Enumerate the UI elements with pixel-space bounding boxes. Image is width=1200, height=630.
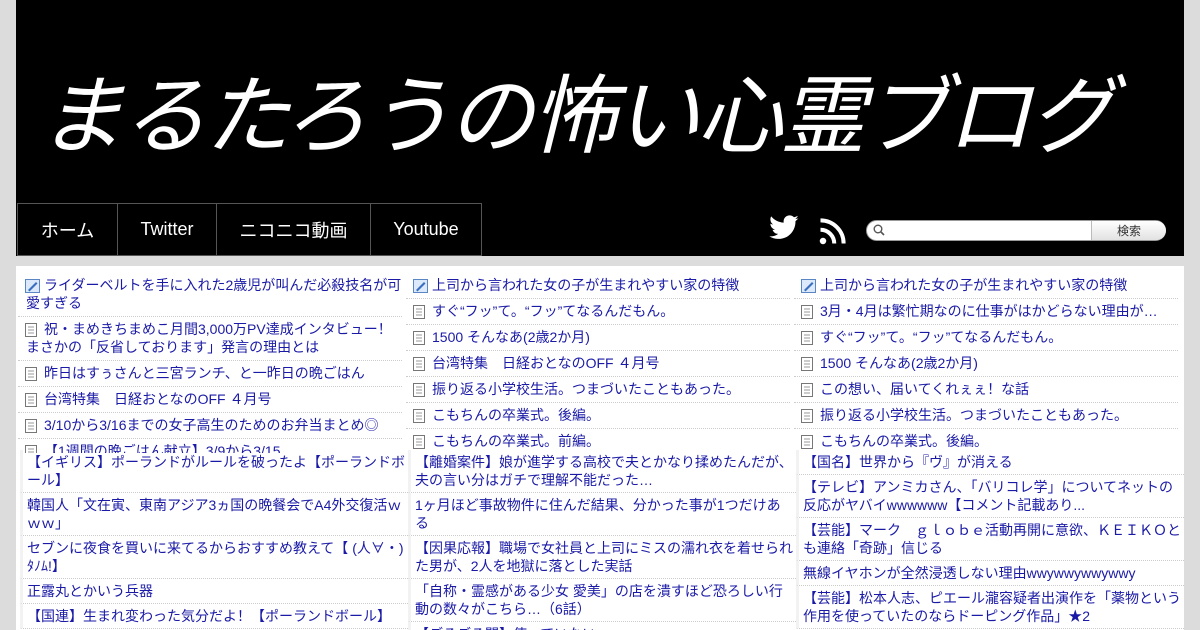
feed-item[interactable]: ライダーベルトを手に入れた2歳児が叫んだ必殺技名が可愛すぎる (18, 273, 402, 317)
feed-item[interactable]: こもちんの卒業式。後編。 (406, 403, 790, 429)
document-icon (25, 393, 37, 407)
feed-item-text: 台湾特集 日経おとなのOFF ４月号 (432, 355, 660, 371)
antenna-item[interactable]: 1ヶ月ほど事故物件に住んだ結果、分かった事が1つだけある (408, 493, 796, 536)
feed-item[interactable]: 1500 そんなあ(2歳2か月) (406, 325, 790, 351)
antenna-item[interactable]: 【テレビ】アンミカさん、「バリコレ学」についてネットの反応がヤバイwwwwww【… (796, 475, 1184, 518)
feed-item[interactable]: 振り返る小学校生活。つまづいたこともあった。 (794, 403, 1178, 429)
search-form: 検索 (866, 220, 1166, 241)
feed-item-text: 振り返る小学校生活。つまづいたこともあった。 (820, 407, 1128, 423)
nav-item-niconico[interactable]: ニコニコ動画 (216, 203, 371, 256)
antenna-column-1: 【イギリス】ポーランドがルールを破ったよ【ポーランドボール】 韓国人「文在寅、東… (20, 450, 408, 630)
antenna-item[interactable]: 韓国人「文在寅、東南アジア3ヵ国の晩餐会でA4外交復活ｗｗｗ」 (20, 493, 408, 536)
nav-item-youtube[interactable]: Youtube (370, 203, 482, 256)
feed-item-text: 台湾特集 日経おとなのOFF ４月号 (44, 391, 272, 407)
feed-item[interactable]: 台湾特集 日経おとなのOFF ４月号 (18, 387, 402, 413)
feed-item-text: こもちんの卒業式。前編。 (432, 433, 600, 449)
rss-feed-area: ライダーベルトを手に入れた2歳児が叫んだ必殺技名が可愛すぎる 祝・まめきちまめこ… (16, 266, 1184, 630)
feed-item-text: 1500 そんなあ(2歳2か月) (432, 329, 590, 345)
feed-item[interactable]: すぐ“フッ”て。“フッ”てなるんだもん。 (794, 325, 1178, 351)
feed-item[interactable]: すぐ“フッ”て。“フッ”てなるんだもん。 (406, 299, 790, 325)
antenna-item[interactable]: 【国連】生まれ変わった気分だよ！【ポーランドボール】 (20, 604, 408, 629)
feed-item-text: 祝・まめきちまめこ月間3,000万PV達成インタビュー！まさかの「反省しておりま… (26, 321, 392, 355)
document-icon (25, 367, 37, 381)
feed-pen-icon (25, 279, 40, 293)
antenna-column-2: 【離婚案件】娘が進学する高校で夫とかなり揉めたんだが、夫の言い分はガチで理解不能… (408, 450, 796, 630)
feed-item[interactable]: 祝・まめきちまめこ月間3,000万PV達成インタビュー！まさかの「反省しておりま… (18, 317, 402, 361)
feed-column-1: ライダーベルトを手に入れた2歳児が叫んだ必殺技名が可愛すぎる 祝・まめきちまめこ… (18, 273, 402, 453)
feed-item-text: 振り返る小学校生活。つまづいたこともあった。 (432, 381, 740, 397)
feed-item[interactable]: 1500 そんなあ(2歳2か月) (794, 351, 1178, 377)
rss-feed-icon[interactable] (818, 216, 848, 246)
feed-column-2: 上司から言われた女の子が生まれやすい家の特徴 すぐ“フッ”て。“フッ”てなるんだ… (406, 273, 790, 453)
nav-item-home[interactable]: ホーム (17, 203, 118, 256)
feed-item-text: この想い、届いてくれぇぇ！な話 (820, 381, 1030, 397)
feed-item[interactable]: 昨日はすぅさんと三宮ランチ、と一昨日の晩ごはん (18, 361, 402, 387)
search-icon (873, 224, 885, 236)
document-icon (25, 323, 37, 337)
feed-item[interactable]: 台湾特集 日経おとなのOFF ４月号 (406, 351, 790, 377)
feed-item-text: 昨日はすぅさんと三宮ランチ、と一昨日の晩ごはん (44, 365, 365, 381)
document-icon (25, 419, 37, 433)
document-icon (801, 305, 813, 319)
antenna-item[interactable]: 正露丸とかいう兵器 (20, 579, 408, 604)
search-button[interactable]: 検索 (1091, 221, 1166, 240)
document-icon (413, 435, 425, 449)
feed-item-text: こもちんの卒業式。後編。 (432, 407, 600, 423)
antenna-item[interactable]: 【国名】世界から『ヴ』が消える (796, 450, 1184, 475)
site-header: まるたろうの怖い心霊ブログ (16, 0, 1184, 203)
feed-pen-icon (413, 279, 428, 293)
nav-item-twitter[interactable]: Twitter (117, 203, 217, 256)
feed-item[interactable]: 上司から言われた女の子が生まれやすい家の特徴 (794, 273, 1178, 299)
document-icon (801, 331, 813, 345)
document-icon (413, 409, 425, 423)
antenna-column-3: 【国名】世界から『ヴ』が消える 【テレビ】アンミカさん、「バリコレ学」についてネ… (796, 450, 1184, 630)
feed-item-text: 3/10から3/16までの女子高生のためのお弁当まとめ◎ (44, 417, 379, 433)
antenna-item[interactable]: 【芸能】松本人志、ピエール瀧容疑者出演作を「薬物という作用を使っていたのならドー… (796, 586, 1184, 629)
feed-item[interactable]: この想い、届いてくれぇぇ！な話 (794, 377, 1178, 403)
document-icon (801, 383, 813, 397)
search-input[interactable] (887, 222, 1090, 239)
site-title[interactable]: まるたろうの怖い心霊ブログ (38, 62, 1178, 172)
feed-item-text: ライダーベルトを手に入れた2歳児が叫んだ必殺技名が可愛すぎる (26, 277, 402, 311)
document-icon (413, 357, 425, 371)
antenna-item[interactable]: 【イギリス】ポーランドがルールを破ったよ【ポーランドボール】 (20, 450, 408, 493)
twitter-bird-icon[interactable] (767, 212, 801, 244)
feed-item-text: こもちんの卒業式。後編。 (820, 433, 988, 449)
feed-item-text: 上司から言われた女の子が生まれやすい家の特徴 (432, 277, 740, 293)
feed-item-text: 上司から言われた女の子が生まれやすい家の特徴 (820, 277, 1128, 293)
antenna-item[interactable]: 「自称・霊感がある少女 愛美」の店を潰すほど恐ろしい行動の数々がこちら…（6話） (408, 579, 796, 622)
antenna-item[interactable]: 【芸能】マーク ｇｌｏｂｅ活動再開に意欲、ＫＥＩＫＯとも連絡「奇跡」信じる (796, 518, 1184, 561)
document-icon (801, 435, 813, 449)
feed-item-text: すぐ“フッ”て。“フッ”てなるんだもん。 (820, 329, 1063, 345)
antenna-item[interactable]: 無線イヤホンが全然浸透しない理由wwywwywwywwy (796, 561, 1184, 586)
feed-item-text: すぐ“フッ”て。“フッ”てなるんだもん。 (432, 303, 675, 319)
feed-pen-icon (801, 279, 816, 293)
feed-item[interactable]: 上司から言われた女の子が生まれやすい家の特徴 (406, 273, 790, 299)
antenna-item[interactable]: 【ごろごろ閣】使っていない… (408, 622, 796, 630)
antenna-item[interactable]: セブンに夜食を買いに来てるからおすすめ教えて【 (人∀・)ﾀﾉﾑ!】 (20, 536, 408, 579)
feed-item[interactable]: 3/10から3/16までの女子高生のためのお弁当まとめ◎ (18, 413, 402, 439)
feed-column-3: 上司から言われた女の子が生まれやすい家の特徴 3月・4月は繁忙期なのに仕事がはか… (794, 273, 1178, 453)
document-icon (413, 305, 425, 319)
document-icon (801, 357, 813, 371)
antenna-item[interactable]: 【離婚案件】娘が進学する高校で夫とかなり揉めたんだが、夫の言い分はガチで理解不能… (408, 450, 796, 493)
document-icon (801, 409, 813, 423)
document-icon (413, 331, 425, 345)
feed-item[interactable]: 3月・4月は繁忙期なのに仕事がはかどらない理由が… (794, 299, 1178, 325)
feed-item-text: 1500 そんなあ(2歳2か月) (820, 355, 978, 371)
feed-item[interactable]: 振り返る小学校生活。つまづいたこともあった。 (406, 377, 790, 403)
feed-item-text: 3月・4月は繁忙期なのに仕事がはかどらない理由が… (820, 303, 1158, 319)
antenna-item[interactable]: 【因果応報】職場で女社員と上司にミスの濡れ衣を着せられた男が、2人を地獄に落とし… (408, 536, 796, 579)
document-icon (413, 383, 425, 397)
